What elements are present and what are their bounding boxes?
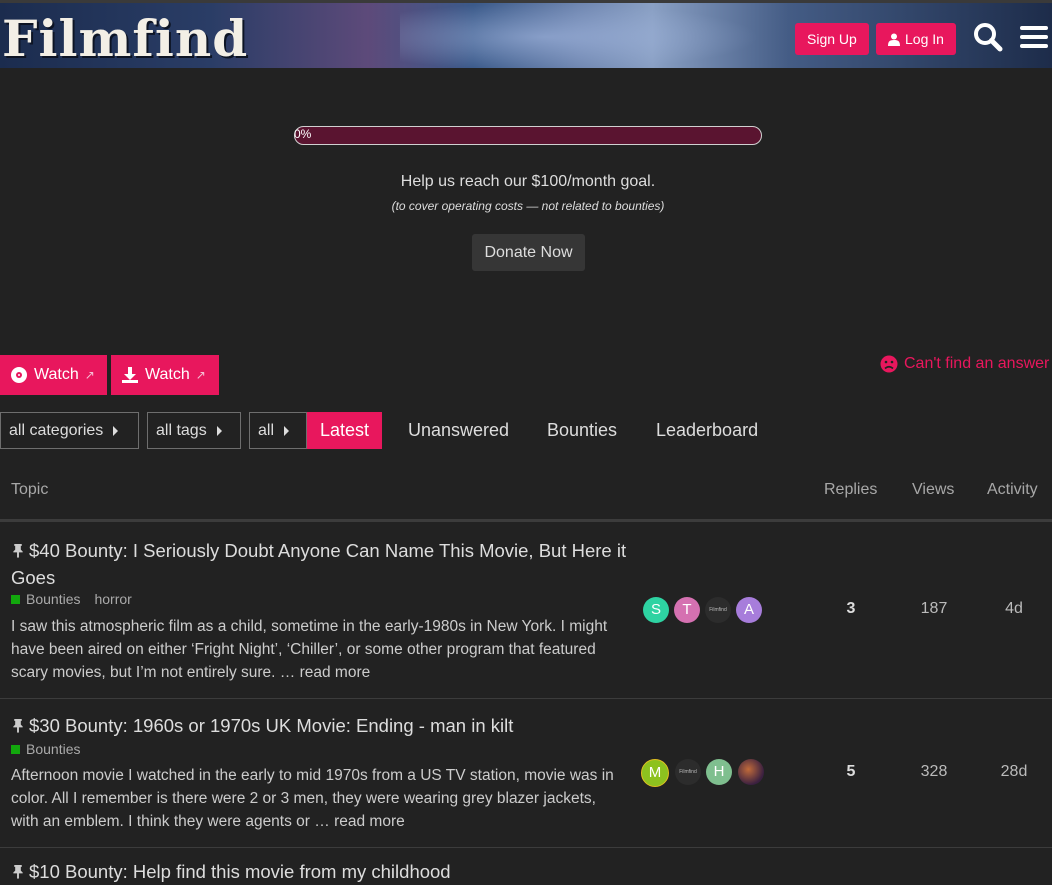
category-link[interactable]: Bounties xyxy=(26,591,80,607)
column-header-views[interactable]: Views xyxy=(912,481,954,499)
donation-progress-label: 0% xyxy=(294,127,312,141)
tab-leaderboard[interactable]: Leaderboard xyxy=(643,412,771,449)
pin-icon xyxy=(13,718,23,733)
tag-link[interactable]: horror xyxy=(94,591,131,607)
disc-icon xyxy=(11,367,27,383)
category-color-swatch xyxy=(11,744,20,754)
avatar[interactable]: Filmfind xyxy=(705,597,731,623)
topic-title-link[interactable]: $40 Bounty: I Seriously Doubt Anyone Can… xyxy=(11,537,641,591)
views-count: 187 xyxy=(920,600,948,617)
categories-dropdown[interactable]: all categories xyxy=(0,412,139,449)
watch-button-download[interactable]: Watch ↗ xyxy=(111,355,219,395)
header-banner-image xyxy=(400,3,760,68)
signup-button[interactable]: Sign Up xyxy=(795,23,869,55)
cant-find-label: Can't find an answer xyxy=(904,355,1050,372)
caret-right-icon xyxy=(284,425,290,436)
donation-progress-bar xyxy=(294,126,762,145)
replies-count[interactable]: 3 xyxy=(821,600,881,618)
category-link[interactable]: Bounties xyxy=(26,741,80,757)
activity-time[interactable]: 4d xyxy=(984,600,1044,618)
topic-meta: Bounties horror xyxy=(11,591,132,607)
column-header-replies[interactable]: Replies xyxy=(824,481,877,499)
topic-excerpt: Afternoon movie I watched in the early t… xyxy=(11,764,621,833)
tab-latest[interactable]: Latest xyxy=(307,412,383,449)
topic-title-text: $30 Bounty: 1960s or 1970s UK Movie: End… xyxy=(29,715,514,736)
read-more-link[interactable]: read more xyxy=(334,813,405,830)
cant-find-answer-link[interactable]: Can't find an answer xyxy=(880,355,1049,373)
site-logo[interactable]: Filmfind xyxy=(2,9,248,68)
external-link-icon: ↗ xyxy=(84,368,95,382)
activity-time[interactable]: 28d xyxy=(984,763,1044,781)
user-icon xyxy=(888,33,900,46)
categories-dropdown-label: all categories xyxy=(9,421,104,439)
avatar[interactable]: M xyxy=(641,759,669,787)
avatar[interactable]: A xyxy=(736,597,762,623)
watch-label: Watch xyxy=(34,366,79,383)
download-icon xyxy=(122,367,138,383)
topic-title-link[interactable]: $10 Bounty: Help find this movie from my… xyxy=(11,858,641,885)
topic-title-text: $40 Bounty: I Seriously Doubt Anyone Can… xyxy=(11,540,627,588)
topic-meta: Bounties xyxy=(11,741,80,757)
read-more-link[interactable]: read more xyxy=(300,664,371,681)
sad-face-icon xyxy=(880,355,898,373)
watch-button-primary[interactable]: Watch ↗ xyxy=(0,355,107,395)
donate-now-button[interactable]: Donate Now xyxy=(472,234,585,271)
table-header-divider xyxy=(0,519,1052,522)
views-count: 328 xyxy=(920,763,948,780)
column-header-activity[interactable]: Activity xyxy=(987,481,1038,499)
topic-title-text: $10 Bounty: Help find this movie from my… xyxy=(29,861,451,882)
topic-excerpt: I saw this atmospheric film as a child, … xyxy=(11,615,621,684)
avatar[interactable]: Filmfind xyxy=(675,759,701,785)
login-button[interactable]: Log In xyxy=(876,23,956,55)
watch-label: Watch xyxy=(145,366,190,383)
avatar[interactable]: T xyxy=(674,597,700,623)
login-label: Log In xyxy=(905,31,944,47)
external-link-icon: ↗ xyxy=(195,368,206,382)
caret-right-icon xyxy=(216,425,222,436)
all-filter-dropdown[interactable]: all xyxy=(249,412,307,449)
row-divider xyxy=(0,698,1052,699)
site-header: Filmfind Sign Up Log In xyxy=(0,0,1052,68)
tags-dropdown[interactable]: all tags xyxy=(147,412,241,449)
row-divider xyxy=(0,847,1052,848)
donation-goal-text: Help us reach our $100/month goal. xyxy=(400,173,656,190)
tab-unanswered[interactable]: Unanswered xyxy=(395,412,522,449)
replies-count[interactable]: 5 xyxy=(821,763,881,781)
avatar[interactable] xyxy=(738,759,764,785)
pin-icon xyxy=(13,864,23,879)
column-header-topic[interactable]: Topic xyxy=(11,481,48,499)
caret-right-icon xyxy=(113,425,119,436)
all-filter-label: all xyxy=(258,421,275,439)
avatar[interactable]: H xyxy=(706,759,732,785)
avatar[interactable]: S xyxy=(643,597,669,623)
category-color-swatch xyxy=(11,594,20,604)
search-icon[interactable] xyxy=(972,21,1004,53)
hamburger-menu-icon[interactable] xyxy=(1019,21,1051,53)
pin-icon xyxy=(13,543,23,558)
tab-bounties[interactable]: Bounties xyxy=(534,412,630,449)
tags-dropdown-label: all tags xyxy=(156,421,207,439)
excerpt-text: Afternoon movie I watched in the early t… xyxy=(11,767,614,830)
donation-goal-subtext: (to cover operating costs — not related … xyxy=(391,199,665,213)
topic-title-link[interactable]: $30 Bounty: 1960s or 1970s UK Movie: End… xyxy=(11,712,641,739)
